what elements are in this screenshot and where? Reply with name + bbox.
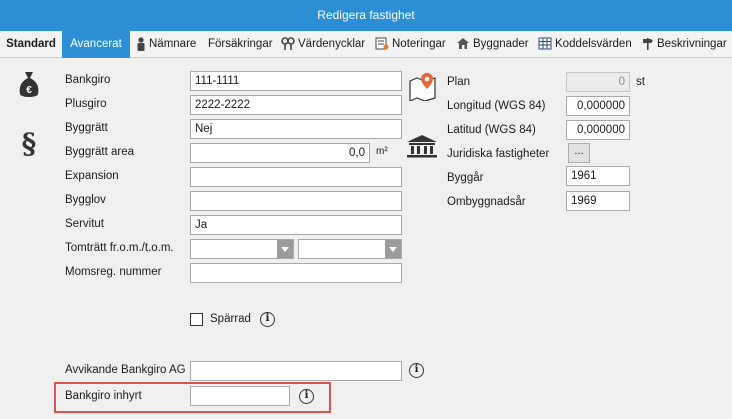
tab-noteringar-label: Noteringar xyxy=(392,38,446,50)
byggratt-field[interactable]: Nej xyxy=(190,119,402,139)
bankgiro-inhyrt-field[interactable] xyxy=(190,386,290,406)
info-icon[interactable]: i xyxy=(260,312,275,327)
form-area: € § Bankgiro 111-1111 Plusgiro 2222-2222… xyxy=(0,58,732,419)
bygglov-label: Bygglov xyxy=(65,194,106,206)
tab-bar: Standard Avancerat Nämnare Försäkringar … xyxy=(0,31,732,58)
sparrad-label: Spärrad xyxy=(210,313,251,325)
euro-glyph: € xyxy=(26,85,32,96)
byggratt-area-unit: m² xyxy=(376,146,388,157)
byggratt-area-field[interactable]: 0,0 xyxy=(190,143,370,163)
expansion-label: Expansion xyxy=(65,170,119,182)
plusgiro-label: Plusgiro xyxy=(65,98,107,110)
plan-field[interactable]: 0 xyxy=(566,72,630,92)
juridiska-browse-button[interactable]: ... xyxy=(568,143,590,163)
tab-koddelsvarden[interactable]: Koddelsvärden xyxy=(538,31,632,58)
juridiska-label: Juridiska fastigheter xyxy=(447,148,550,160)
latitud-label: Latitud (WGS 84) xyxy=(447,124,536,136)
plan-unit: st xyxy=(636,76,645,88)
momsreg-field[interactable] xyxy=(190,263,402,283)
plan-label: Plan xyxy=(447,76,471,88)
tab-namnare-label: Nämnare xyxy=(149,38,197,50)
tab-beskrivningar[interactable]: Beskrivningar xyxy=(642,31,727,58)
tab-koddelsvarden-label: Koddelsvärden xyxy=(555,38,632,50)
byggar-field[interactable]: 1961 xyxy=(566,166,630,186)
notes-icon xyxy=(375,37,389,50)
paragraph-icon: § xyxy=(22,128,37,158)
byggratt-area-label: Byggrätt area xyxy=(65,146,135,158)
tab-vardenycklar-label: Värdenycklar xyxy=(298,38,366,50)
avvikande-label: Avvikande Bankgiro AG xyxy=(65,364,186,376)
money-bag-icon: € xyxy=(19,72,39,97)
bankgiro-field[interactable]: 111-1111 xyxy=(190,71,402,91)
tomtratt-from-select[interactable] xyxy=(190,239,294,259)
tomtratt-label: Tomträtt fr.o.m./t.o.m. xyxy=(65,242,174,254)
avvikande-field[interactable] xyxy=(190,361,402,381)
tab-noteringar[interactable]: Noteringar xyxy=(375,31,446,58)
svg-text:§: § xyxy=(22,128,37,158)
sparrad-checkbox[interactable] xyxy=(190,313,203,326)
longitud-field[interactable]: 0,000000 xyxy=(566,96,630,116)
tab-byggnader-label: Byggnader xyxy=(473,38,529,50)
tab-namnare[interactable]: Nämnare xyxy=(136,31,196,58)
momsreg-label: Momsreg. nummer xyxy=(65,266,162,278)
window-title: Redigera fastighet xyxy=(0,0,732,31)
plusgiro-field[interactable]: 2222-2222 xyxy=(190,95,402,115)
tab-forsakringar[interactable]: Försäkringar xyxy=(208,31,273,58)
keys-icon xyxy=(281,37,295,51)
bankgiro-inhyrt-label: Bankgiro inhyrt xyxy=(65,390,142,402)
chevron-down-icon[interactable] xyxy=(277,240,293,258)
expansion-field[interactable] xyxy=(190,167,402,187)
servitut-field[interactable]: Ja xyxy=(190,215,402,235)
tab-vardenycklar[interactable]: Värdenycklar xyxy=(281,31,365,58)
person-icon xyxy=(137,37,145,51)
bankgiro-label: Bankgiro xyxy=(65,74,111,86)
signpost-icon xyxy=(643,38,653,51)
ombyggnadsar-field[interactable]: 1969 xyxy=(566,191,630,211)
info-icon[interactable]: i xyxy=(299,389,314,404)
byggar-label: Byggår xyxy=(447,172,484,184)
tomtratt-to-select[interactable] xyxy=(298,239,402,259)
house-icon xyxy=(457,38,469,50)
tab-byggnader[interactable]: Byggnader xyxy=(456,31,529,58)
info-icon[interactable]: i xyxy=(409,363,424,378)
longitud-label: Longitud (WGS 84) xyxy=(447,100,546,112)
map-pin-icon xyxy=(409,73,436,101)
bygglov-field[interactable] xyxy=(190,191,402,211)
chevron-down-icon[interactable] xyxy=(385,240,401,258)
servitut-label: Servitut xyxy=(65,218,104,230)
latitud-field[interactable]: 0,000000 xyxy=(566,120,630,140)
tab-beskrivningar-label: Beskrivningar xyxy=(657,38,727,50)
courthouse-icon xyxy=(407,135,437,158)
grid-icon xyxy=(538,37,552,50)
ombyggnadsar-label: Ombyggnadsår xyxy=(447,196,526,208)
tab-standard[interactable]: Standard xyxy=(0,31,62,58)
tab-avancerat[interactable]: Avancerat xyxy=(62,31,130,58)
byggratt-label: Byggrätt xyxy=(65,122,108,134)
